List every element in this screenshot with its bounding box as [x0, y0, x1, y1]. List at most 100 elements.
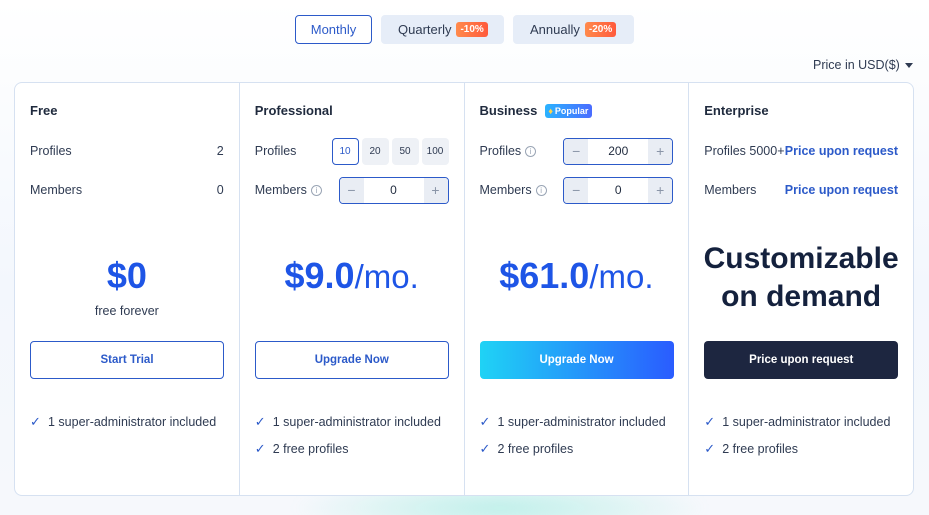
popular-label: Popular	[554, 105, 589, 116]
plus-icon[interactable]: +	[648, 138, 673, 164]
members-label: Members	[30, 183, 83, 197]
custom-pricing-headline: Customizable on demand	[689, 240, 913, 316]
billing-monthly-label: Monthly	[310, 22, 357, 37]
plan-professional: Professional Profiles 10 20 50 100 Membe…	[240, 83, 465, 495]
billing-quarterly-label: Quarterly	[398, 22, 452, 37]
billing-annually-label: Annually	[530, 22, 580, 37]
price-upon-request-link[interactable]: Price upon request	[785, 183, 898, 197]
feature-list: ✓ 1 super-administrator included ✓ 2 free …	[704, 413, 903, 467]
upgrade-now-button[interactable]: Upgrade Now	[254, 341, 449, 379]
minus-icon[interactable]: −	[564, 177, 589, 203]
plan-price: $9.0/mo.	[240, 255, 464, 297]
profiles-value[interactable]: 200	[588, 139, 648, 164]
members-stepper: − 0 +	[338, 176, 449, 204]
feature-list: ✓ 1 super-administrator included ✓ 2 free …	[255, 413, 454, 467]
plan-business: Business ♦ Popular Profiles i − 200 + Mem…	[465, 83, 690, 495]
plus-icon[interactable]: +	[423, 177, 448, 203]
info-icon[interactable]: i	[310, 184, 322, 196]
info-icon[interactable]: i	[525, 145, 537, 157]
profiles-row: Profiles 5000+ Price upon request	[704, 138, 898, 164]
check-icon: ✓	[254, 441, 266, 456]
flame-icon: ♦	[548, 105, 553, 116]
plan-name-text: Business	[479, 103, 538, 118]
plan-name: Professional	[255, 103, 333, 118]
headline-line-1: Customizable	[703, 242, 899, 275]
feature-item: ✓ 2 free profiles	[255, 440, 454, 458]
feature-text: 1 super-administrator included	[48, 415, 217, 429]
check-icon: ✓	[254, 414, 266, 429]
members-value: 0	[216, 183, 224, 197]
plan-name-text: Free	[30, 103, 58, 118]
members-row: Members i − 0 +	[479, 176, 674, 204]
profiles-stepper: − 200 +	[563, 137, 674, 165]
profiles-row: Profiles 2	[30, 138, 224, 164]
members-label: Members	[479, 183, 532, 197]
feature-item: ✓ 1 super-administrator included	[30, 413, 229, 431]
plan-enterprise: Enterprise Profiles 5000+ Price upon req…	[689, 83, 913, 495]
plan-price-unit: /mo.	[354, 258, 419, 295]
start-trial-button[interactable]: Start Trial	[30, 341, 224, 379]
feature-item: ✓ 1 super-administrator included	[255, 413, 454, 431]
members-label: Members	[704, 183, 757, 197]
feature-text: 1 super-administrator included	[722, 415, 891, 429]
plan-price: $0	[15, 255, 239, 297]
profiles-label: Profiles 5000+	[704, 144, 785, 158]
feature-text: 2 free profiles	[497, 442, 574, 456]
price-upon-request-button[interactable]: Price upon request	[704, 341, 899, 379]
popular-badge: ♦ Popular	[545, 103, 593, 118]
profiles-row: Profiles i − 200 +	[479, 137, 674, 165]
feature-text: 2 free profiles	[722, 442, 798, 456]
profile-option-100[interactable]: 100	[421, 137, 449, 165]
minus-icon[interactable]: −	[339, 177, 364, 203]
check-icon: ✓	[479, 441, 491, 456]
plan-name-text: Enterprise	[704, 103, 769, 118]
feature-list: ✓ 1 super-administrator included	[30, 413, 229, 440]
profiles-label: Profiles	[30, 144, 72, 158]
check-icon: ✓	[704, 441, 716, 456]
info-icon[interactable]: i	[535, 184, 547, 196]
pricing-table: Free Profiles 2 Members 0 $0 free foreve…	[14, 82, 914, 496]
upgrade-now-button[interactable]: Upgrade Now	[479, 341, 674, 379]
profile-option-10[interactable]: 10	[331, 137, 359, 165]
plus-icon[interactable]: +	[648, 177, 673, 203]
caret-down-icon	[904, 63, 913, 68]
discount-badge: -10%	[456, 22, 488, 37]
members-stepper: − 0 +	[563, 176, 674, 204]
feature-text: 1 super-administrator included	[272, 415, 441, 429]
plan-free: Free Profiles 2 Members 0 $0 free foreve…	[15, 83, 240, 495]
members-row: Members i − 0 +	[254, 176, 449, 204]
headline-line-2: on demand	[721, 280, 882, 313]
feature-item: ✓ 2 free profiles	[704, 440, 903, 458]
plan-name: Business ♦ Popular	[480, 103, 593, 118]
profile-options: 10 20 50 100	[331, 137, 449, 165]
billing-quarterly-option[interactable]: Quarterly -10%	[381, 15, 504, 44]
profiles-label: Profiles	[479, 144, 522, 158]
plan-price-amount: $61.0	[499, 255, 590, 296]
feature-text: 1 super-administrator included	[497, 415, 666, 429]
profile-option-50[interactable]: 50	[391, 137, 419, 165]
members-label: Members	[254, 183, 307, 197]
price-upon-request-link[interactable]: Price upon request	[785, 144, 898, 158]
minus-icon[interactable]: −	[564, 138, 589, 164]
discount-badge: -20%	[584, 22, 617, 37]
plan-price-amount: $0	[106, 255, 147, 296]
billing-annually-option[interactable]: Annually -20%	[513, 15, 634, 44]
profiles-row: Profiles 10 20 50 100	[254, 137, 449, 165]
plan-name-text: Professional	[254, 103, 333, 118]
plan-name: Free	[30, 103, 57, 118]
feature-item: ✓ 2 free profiles	[480, 440, 679, 458]
members-value[interactable]: 0	[364, 178, 424, 203]
members-value[interactable]: 0	[588, 178, 648, 203]
check-icon: ✓	[479, 414, 491, 429]
currency-selector[interactable]: Price in USD($)	[813, 58, 913, 72]
feature-text: 2 free profiles	[272, 442, 349, 456]
profiles-value: 2	[216, 144, 224, 158]
check-icon: ✓	[30, 414, 41, 429]
plan-price-amount: $9.0	[284, 255, 355, 296]
billing-monthly-option[interactable]: Monthly	[295, 15, 372, 44]
profile-option-20[interactable]: 20	[361, 137, 389, 165]
profiles-label: Profiles	[254, 144, 297, 158]
members-row: Members 0	[30, 177, 224, 203]
plan-price: $61.0/mo.	[465, 255, 689, 297]
billing-period-toggle: Monthly Quarterly -10% Annually -20%	[0, 15, 929, 44]
